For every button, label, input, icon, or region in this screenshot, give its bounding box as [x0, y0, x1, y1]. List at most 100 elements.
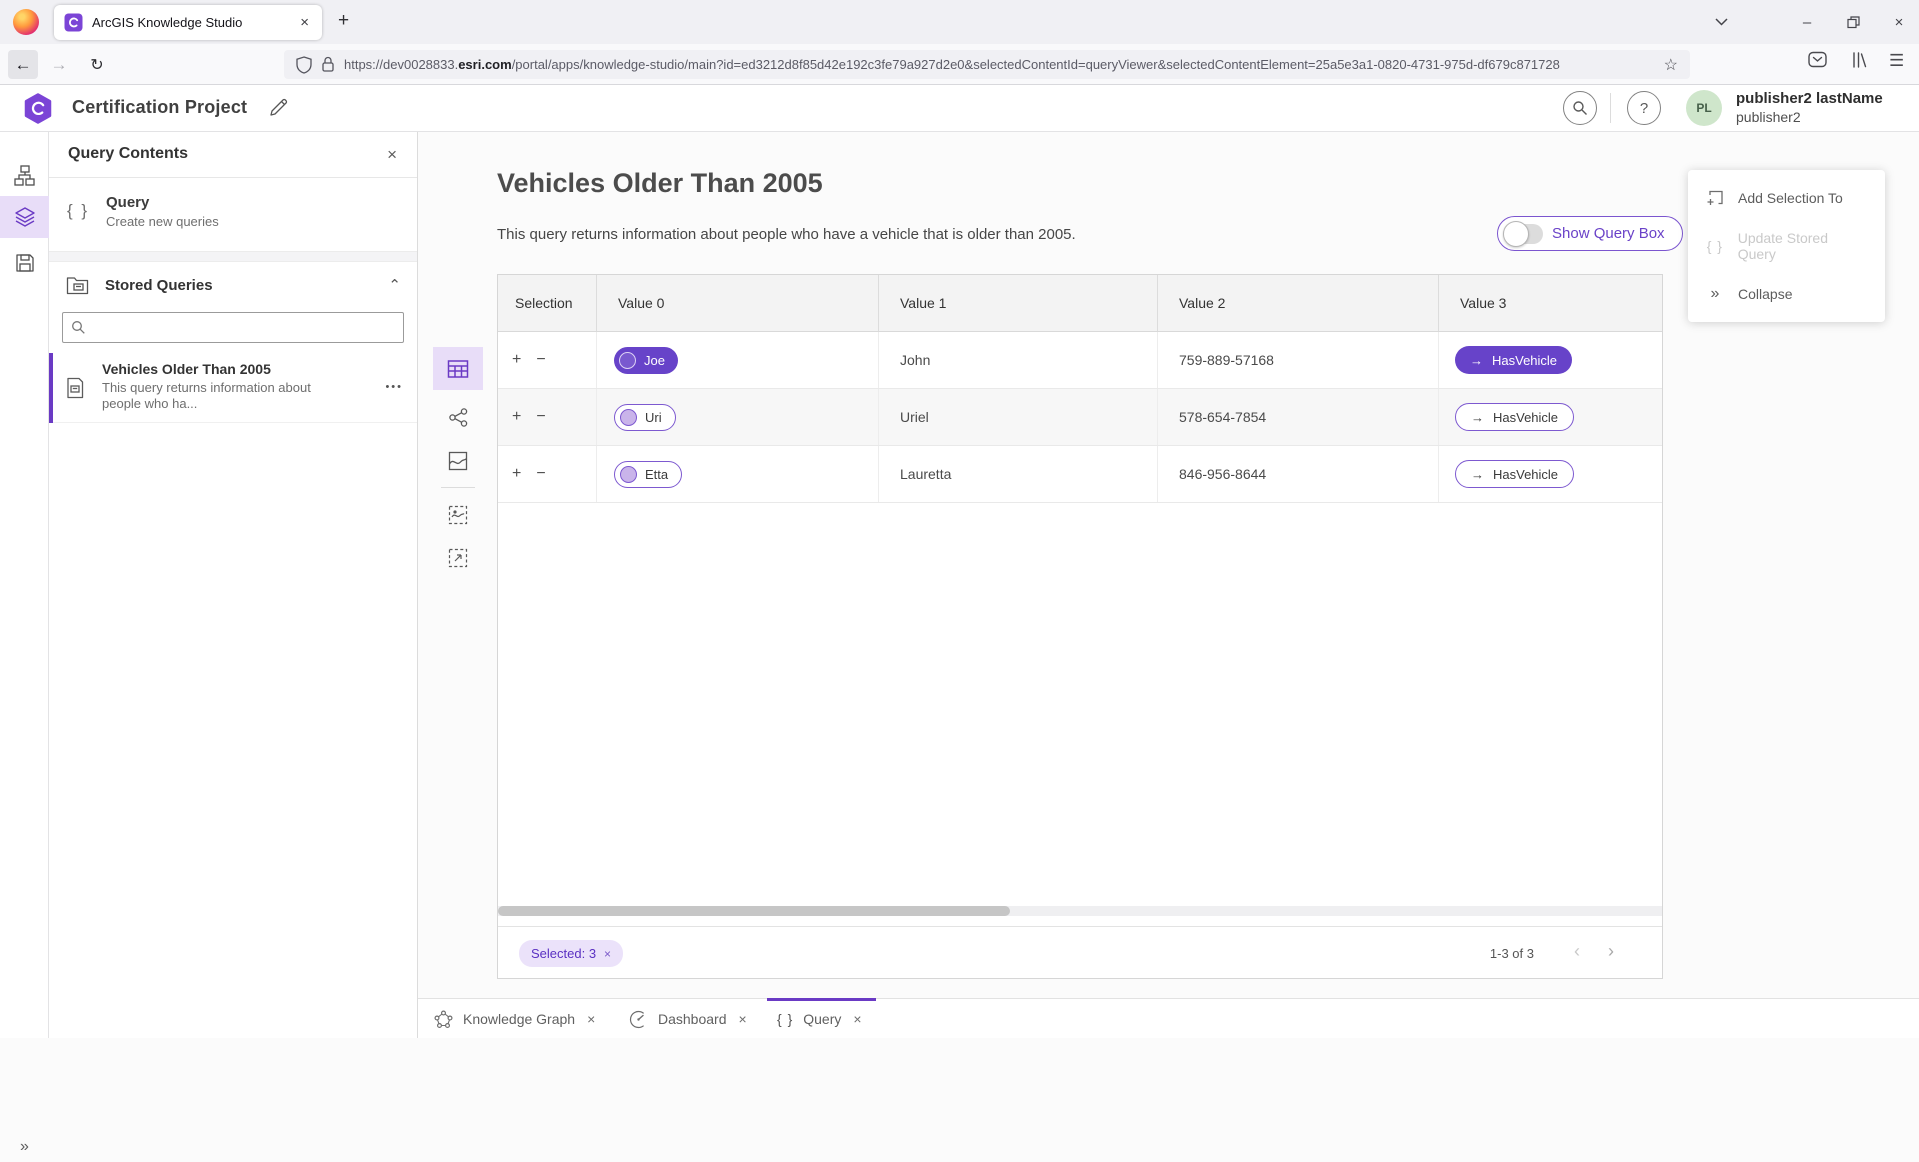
remove-selection-minus-icon[interactable]: −	[536, 408, 545, 426]
browser-tab[interactable]: ArcGIS Knowledge Studio ×	[54, 5, 322, 40]
tab-close-icon[interactable]: ×	[851, 1011, 863, 1027]
table-row[interactable]: + − Joe John 759-889-57168 →HasVehicle	[498, 332, 1662, 389]
add-selection-plus-icon[interactable]: +	[512, 408, 521, 426]
query-list-item[interactable]: { } Query Create new queries	[49, 178, 417, 252]
content-tab-bar: Knowledge Graph × Dashboard × { } Query …	[418, 998, 1919, 1038]
arcgis-favicon-icon	[64, 13, 83, 32]
horizontal-scrollbar[interactable]	[498, 906, 1662, 916]
tab-knowledge-graph[interactable]: Knowledge Graph ×	[434, 999, 597, 1039]
entity-dot-icon	[620, 466, 637, 483]
panel-section-gap	[49, 252, 417, 262]
menu-item-update-stored-query[interactable]: { } Update Stored Query	[1688, 222, 1885, 270]
new-tab-button[interactable]: +	[338, 10, 349, 32]
relation-pill[interactable]: →HasVehicle	[1455, 403, 1574, 431]
header-divider	[1610, 93, 1611, 123]
rail-contents-button[interactable]	[0, 196, 49, 238]
folder-icon	[66, 275, 89, 295]
menu-item-add-selection-to[interactable]: Add Selection To	[1688, 174, 1885, 222]
toggle-track[interactable]	[1505, 224, 1543, 244]
entity-cell: Uri	[597, 389, 879, 445]
help-button[interactable]: ?	[1627, 91, 1661, 125]
relation-pill[interactable]: →HasVehicle	[1455, 460, 1574, 488]
search-input[interactable]	[92, 320, 395, 335]
entity-pill[interactable]: Uri	[614, 404, 676, 431]
table-row[interactable]: + − Etta Lauretta 846-956-8644 →HasVehic…	[498, 446, 1662, 503]
next-page-icon[interactable]: ›	[1608, 941, 1614, 962]
menu-hamburger-icon[interactable]: ☰	[1889, 51, 1904, 71]
entity-pill[interactable]: Joe	[614, 347, 678, 374]
page-description: This query returns information about peo…	[497, 226, 1076, 243]
table-icon	[447, 359, 469, 379]
add-to-map-button[interactable]	[433, 493, 483, 536]
window-minimize-button[interactable]: –	[1792, 10, 1822, 34]
column-header-value1: Value 1	[879, 275, 1158, 331]
url-bar[interactable]: https://dev0028833.esri.com/portal/apps/…	[284, 50, 1690, 79]
show-query-box-toggle[interactable]: Show Query Box	[1497, 216, 1683, 251]
add-selection-plus-icon[interactable]: +	[512, 465, 521, 483]
relation-arrow-icon: →	[1471, 410, 1484, 425]
edit-title-pencil-icon[interactable]	[268, 98, 288, 118]
tab-close-icon[interactable]: ×	[737, 1011, 749, 1027]
value1-cell: Uriel	[879, 389, 1158, 445]
remove-selection-minus-icon[interactable]: −	[536, 465, 545, 483]
tab-dashboard[interactable]: Dashboard ×	[629, 999, 749, 1039]
shield-icon[interactable]	[296, 56, 312, 74]
panel-close-icon[interactable]: ×	[381, 143, 403, 167]
lock-icon[interactable]	[321, 56, 335, 73]
stored-query-title: Vehicles Older Than 2005	[102, 361, 271, 377]
tab-query[interactable]: { } Query ×	[777, 999, 864, 1039]
entity-cell: Joe	[597, 332, 879, 388]
scrollbar-thumb[interactable]	[498, 906, 1010, 916]
remove-selection-minus-icon[interactable]: −	[536, 351, 545, 369]
tab-list-chevron-icon[interactable]	[1706, 10, 1736, 34]
relation-pill[interactable]: →HasVehicle	[1455, 346, 1572, 374]
selection-cell: + −	[498, 446, 597, 502]
tab-label: Dashboard	[658, 1011, 727, 1027]
add-selection-plus-icon[interactable]: +	[512, 351, 521, 369]
hierarchy-icon	[14, 165, 35, 186]
forward-button[interactable]: →	[44, 50, 74, 79]
entity-dot-icon	[620, 409, 637, 426]
stored-query-item[interactable]: Vehicles Older Than 2005 This query retu…	[49, 353, 417, 423]
toggle-knob[interactable]	[1503, 221, 1529, 247]
browser-tab-bar: ArcGIS Knowledge Studio × + – ×	[0, 0, 1919, 44]
search-button[interactable]	[1563, 91, 1597, 125]
menu-item-collapse[interactable]: » Collapse	[1688, 270, 1885, 318]
tab-close-icon[interactable]: ×	[297, 14, 312, 31]
rail-save-button[interactable]	[0, 242, 49, 284]
stored-query-description: This query returns information aboutpeop…	[102, 380, 311, 412]
pocket-icon[interactable]	[1808, 51, 1827, 69]
previous-page-icon[interactable]: ‹	[1574, 941, 1580, 962]
table-row[interactable]: + − Uri Uriel 578-654-7854 →HasVehicle	[498, 389, 1662, 446]
stored-queries-header[interactable]: Stored Queries ⌃	[49, 262, 417, 310]
tab-close-icon[interactable]: ×	[585, 1011, 597, 1027]
bookmark-star-icon[interactable]: ☆	[1664, 55, 1678, 75]
user-username: publisher2	[1736, 109, 1801, 125]
user-avatar[interactable]: PL	[1686, 90, 1722, 126]
map-view-button[interactable]	[433, 439, 483, 482]
tab-label: Query	[803, 1011, 841, 1027]
panel-title: Query Contents	[68, 145, 188, 163]
add-to-link-chart-button[interactable]	[433, 536, 483, 579]
url-text: https://dev0028833.esri.com/portal/apps/…	[344, 57, 1655, 72]
window-restore-button[interactable]	[1838, 10, 1868, 34]
collapse-caret-icon[interactable]: ⌃	[388, 276, 401, 294]
back-button[interactable]: ←	[8, 50, 38, 79]
window-close-button[interactable]: ×	[1884, 10, 1914, 34]
share-graph-icon	[448, 407, 469, 428]
stored-queries-search[interactable]	[62, 312, 404, 343]
query-item-subtitle: Create new queries	[106, 214, 219, 229]
link-chart-view-button[interactable]	[433, 396, 483, 439]
rail-expand-button[interactable]: »	[0, 1132, 49, 1162]
item-options-ellipsis-icon[interactable]: •••	[385, 381, 403, 393]
clear-selection-icon[interactable]: ×	[604, 947, 611, 961]
table-view-button[interactable]	[433, 347, 483, 390]
library-icon[interactable]	[1850, 51, 1868, 69]
reload-button[interactable]: ↻	[82, 50, 112, 79]
rail-project-tree-button[interactable]	[0, 154, 49, 196]
selected-count-chip[interactable]: Selected: 3 ×	[519, 940, 623, 967]
stored-queries-title: Stored Queries	[105, 277, 213, 294]
selected-count-label: Selected: 3	[531, 946, 596, 961]
firefox-icon[interactable]	[13, 9, 39, 35]
entity-pill[interactable]: Etta	[614, 461, 682, 488]
